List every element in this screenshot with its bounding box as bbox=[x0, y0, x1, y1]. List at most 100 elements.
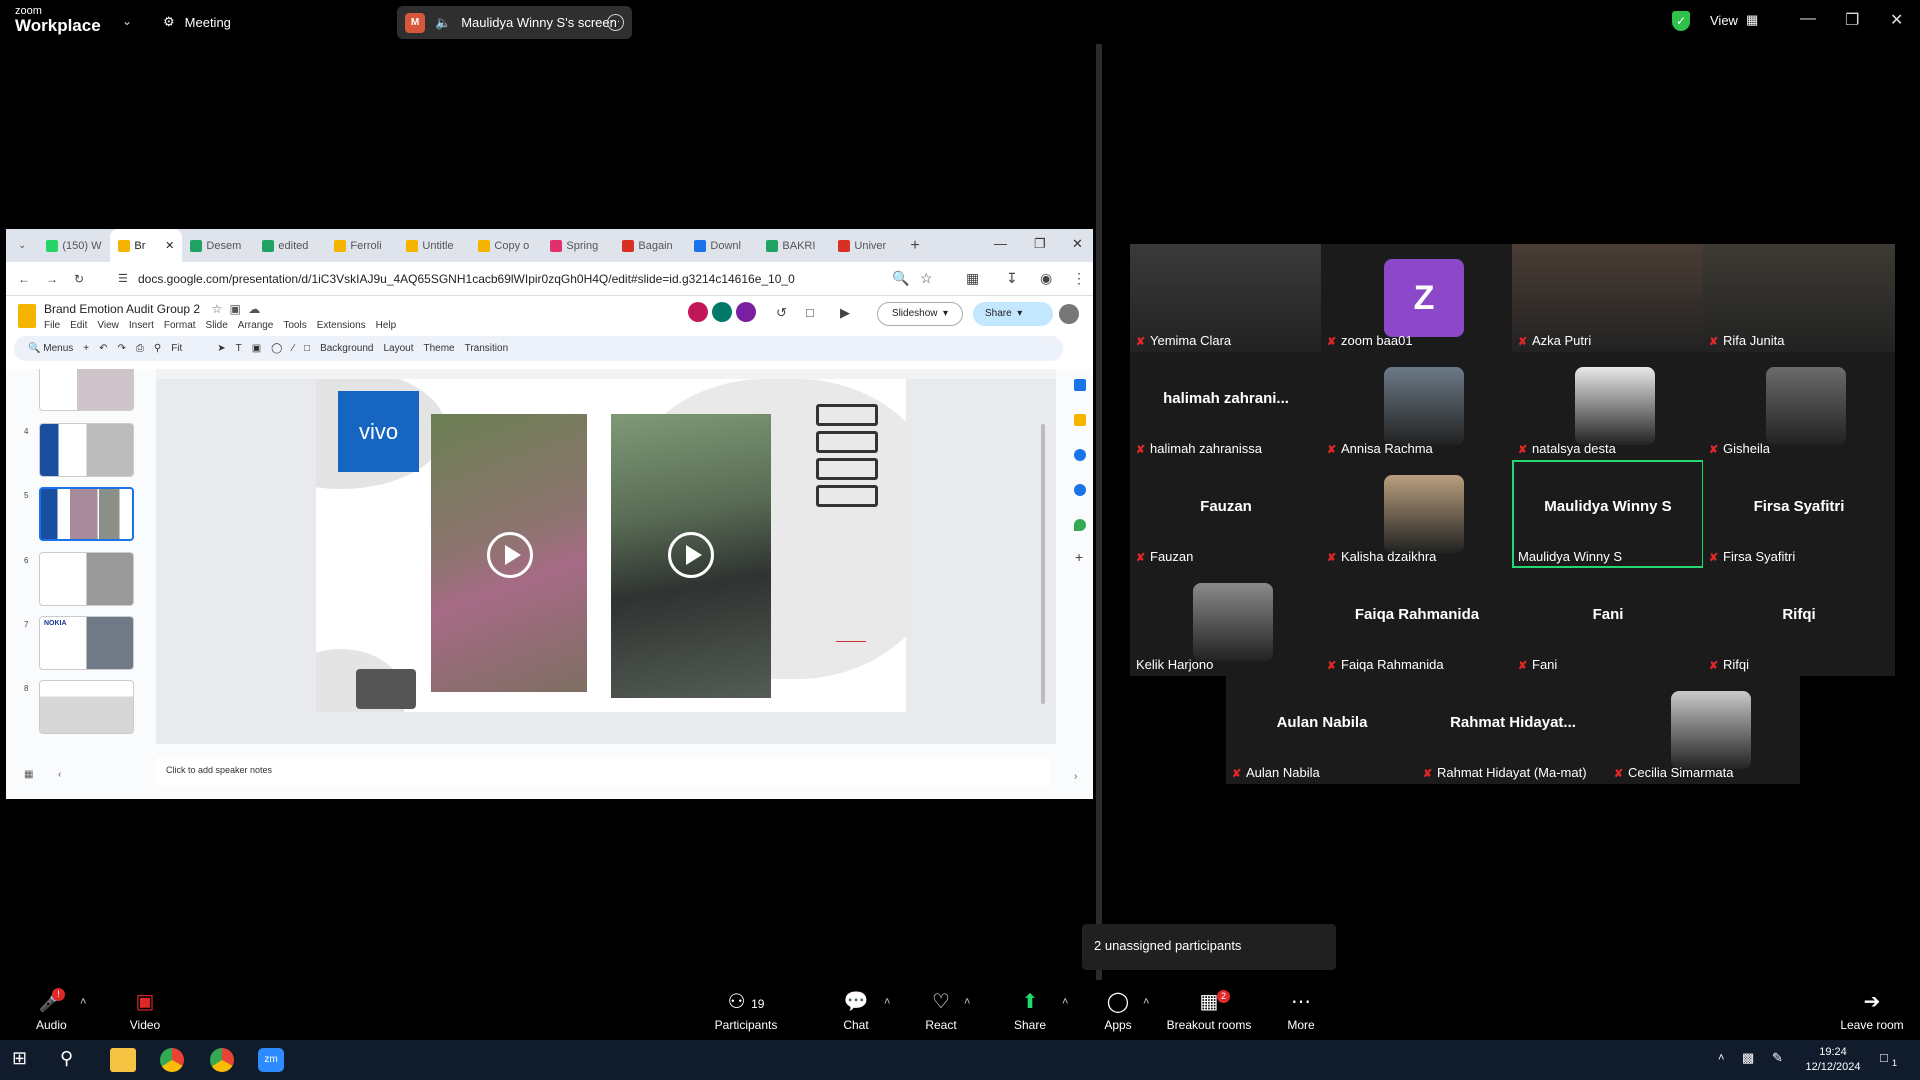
menu-item[interactable]: File bbox=[44, 320, 60, 331]
participant-tile[interactable]: ✘ Gisheila bbox=[1703, 352, 1895, 460]
apps-options-caret[interactable]: ˄ bbox=[1143, 996, 1149, 1008]
meeting-info[interactable]: ⚙ Meeting bbox=[163, 14, 231, 30]
current-slide[interactable]: vivo bbox=[316, 379, 906, 712]
participant-tile[interactable]: Faiqa Rahmanida ✘ Faiqa Rahmanida bbox=[1321, 568, 1513, 676]
doc-title[interactable]: Brand Emotion Audit Group 2 ☆ ▣ ☁ bbox=[44, 302, 260, 316]
star-icon[interactable]: ☆ bbox=[211, 302, 222, 316]
slide-thumb[interactable]: 4 bbox=[14, 423, 134, 481]
collapse-icon[interactable]: ‹ bbox=[58, 769, 61, 780]
add-addon-icon[interactable]: + bbox=[1075, 549, 1083, 565]
cloud-icon[interactable]: ☁ bbox=[248, 302, 260, 316]
video-button[interactable]: ▣ Video bbox=[128, 990, 162, 1032]
participant-tile[interactable]: Firsa Syafitri ✘ Firsa Syafitri bbox=[1703, 460, 1895, 568]
browser-tab[interactable]: Untitle bbox=[398, 229, 470, 262]
share-screen-button[interactable]: ⬆ Share bbox=[1013, 990, 1047, 1032]
browser-minimize-icon[interactable]: — bbox=[994, 236, 1007, 251]
forward-icon[interactable]: → bbox=[46, 272, 58, 286]
collaborator-avatar[interactable] bbox=[688, 302, 708, 322]
slide-thumb[interactable]: 7 NOKIA bbox=[14, 616, 134, 674]
menu-item[interactable]: Insert bbox=[129, 320, 154, 331]
slide-thumbnail[interactable] bbox=[39, 680, 134, 734]
browser-tab[interactable]: edited bbox=[254, 229, 326, 262]
background-button[interactable]: Background bbox=[320, 343, 373, 354]
browser-close-icon[interactable]: ✕ bbox=[1072, 236, 1083, 252]
transition-button[interactable]: Transition bbox=[465, 343, 509, 354]
slide-thumbnail-selected[interactable] bbox=[39, 487, 134, 541]
menu-item[interactable]: Extensions bbox=[317, 320, 366, 331]
tray-chevron-icon[interactable]: ˄ bbox=[1718, 1052, 1724, 1064]
participant-tile[interactable]: Z ✘ zoom baa01 bbox=[1321, 244, 1513, 352]
slide-thumbnail[interactable]: NOKIA bbox=[39, 616, 134, 670]
collaborator-avatar[interactable] bbox=[736, 302, 756, 322]
slide-thumbnail[interactable] bbox=[39, 423, 134, 477]
print-icon[interactable]: ⎙ bbox=[136, 343, 144, 354]
participant-tile[interactable]: ✘ Azka Putri bbox=[1512, 244, 1704, 352]
reload-icon[interactable]: ↻ bbox=[74, 272, 84, 286]
browser-tab[interactable]: Downl bbox=[686, 229, 758, 262]
redo-icon[interactable]: ↷ bbox=[117, 343, 125, 354]
menu-item[interactable]: Edit bbox=[70, 320, 87, 331]
tab-close-icon[interactable]: ✕ bbox=[165, 239, 174, 252]
participant-tile[interactable]: Kelik Harjono bbox=[1130, 568, 1322, 676]
react-button[interactable]: ♡ React bbox=[923, 990, 959, 1032]
menu-item[interactable]: Slide bbox=[206, 320, 228, 331]
line-icon[interactable]: ∕ bbox=[292, 343, 294, 354]
meet-icon[interactable]: ▶ bbox=[840, 305, 850, 321]
grid-view-icon[interactable]: ▦ bbox=[24, 769, 33, 780]
menus-search[interactable]: 🔍 Menus bbox=[28, 343, 73, 354]
tasks-icon[interactable] bbox=[1074, 449, 1086, 461]
menu-item[interactable]: View bbox=[97, 320, 119, 331]
menu-item[interactable]: Help bbox=[376, 320, 397, 331]
notification-icon[interactable]: □ bbox=[1880, 1050, 1888, 1065]
participant-tile[interactable]: Maulidya Winny S Maulidya Winny S bbox=[1512, 460, 1704, 568]
close-icon[interactable]: ✕ bbox=[1890, 10, 1903, 30]
menu-item[interactable]: Tools bbox=[283, 320, 306, 331]
breakout-rooms-button[interactable]: ▦ Breakout rooms bbox=[1166, 990, 1252, 1032]
slideshow-button[interactable]: Slideshow ▾ bbox=[877, 302, 963, 326]
browser-tab[interactable]: Br ✕ bbox=[110, 229, 183, 262]
participant-tile[interactable]: Fauzan ✘ Fauzan bbox=[1130, 460, 1322, 568]
user-avatar[interactable] bbox=[1059, 304, 1079, 324]
history-icon[interactable]: ↺ bbox=[776, 305, 787, 321]
more-button[interactable]: ⋯ More bbox=[1286, 990, 1316, 1032]
new-slide-icon[interactable]: + bbox=[83, 343, 89, 354]
slides-logo-icon[interactable] bbox=[18, 304, 36, 328]
calendar-icon[interactable] bbox=[1074, 379, 1086, 391]
zoom-icon[interactable]: ⚲ bbox=[154, 343, 161, 354]
zoom-lens-icon[interactable]: 🔍 bbox=[892, 270, 909, 287]
minimize-icon[interactable]: — bbox=[1800, 10, 1816, 28]
slide-thumb[interactable]: 5 bbox=[14, 487, 134, 545]
vertical-scrollbar[interactable] bbox=[1041, 424, 1045, 704]
theme-button[interactable]: Theme bbox=[423, 343, 454, 354]
comment-add-icon[interactable]: □ bbox=[304, 343, 310, 354]
slide-filmstrip[interactable]: 4 5 6 7 NOKIA 8 bbox=[14, 369, 134, 734]
browser-tab[interactable]: Spring bbox=[542, 229, 614, 262]
clock[interactable]: 19:24 12/12/2024 bbox=[1802, 1045, 1864, 1075]
participant-tile[interactable]: Rifqi ✘ Rifqi bbox=[1703, 568, 1895, 676]
profile-icon[interactable]: ◉ bbox=[1040, 270, 1052, 287]
slide-thumb[interactable] bbox=[14, 369, 134, 415]
participants-button[interactable]: ⚇ 19 Participants bbox=[713, 990, 779, 1032]
browser-menu-icon[interactable]: ⋮ bbox=[1072, 270, 1086, 287]
participant-tile[interactable]: ✘ Annisa Rachma bbox=[1321, 352, 1513, 460]
slide-canvas[interactable]: vivo bbox=[156, 369, 1056, 744]
unassigned-participants-tooltip[interactable]: 2 unassigned participants bbox=[1082, 924, 1336, 970]
collaborator-avatar[interactable] bbox=[712, 302, 732, 322]
contacts-icon[interactable] bbox=[1074, 484, 1086, 496]
participant-tile[interactable]: ✘ Yemima Clara bbox=[1130, 244, 1322, 352]
maps-icon[interactable] bbox=[1074, 519, 1086, 531]
participant-tile[interactable]: Aulan Nabila ✘ Aulan Nabila bbox=[1226, 676, 1418, 784]
browser-tab[interactable]: (150) W bbox=[38, 229, 110, 262]
browser-tab[interactable]: Desem bbox=[182, 229, 254, 262]
slide-thumb[interactable]: 6 bbox=[14, 552, 134, 610]
windows-start-icon[interactable]: ⊞ bbox=[12, 1048, 38, 1072]
chat-options-caret[interactable]: ˄ bbox=[884, 996, 890, 1008]
menu-item[interactable]: Format bbox=[164, 320, 196, 331]
video-thumbnail-1[interactable] bbox=[431, 414, 587, 692]
network-icon[interactable]: ▩ bbox=[1742, 1050, 1754, 1066]
participant-tile[interactable]: halimah zahrani... ✘ halimah zahranissa bbox=[1130, 352, 1322, 460]
video-thumbnail-2[interactable] bbox=[611, 414, 771, 698]
pen-icon[interactable]: ✎ bbox=[1772, 1050, 1783, 1066]
browser-tab[interactable]: Ferroli bbox=[326, 229, 398, 262]
more-icon[interactable]: ⋯ bbox=[607, 14, 624, 31]
